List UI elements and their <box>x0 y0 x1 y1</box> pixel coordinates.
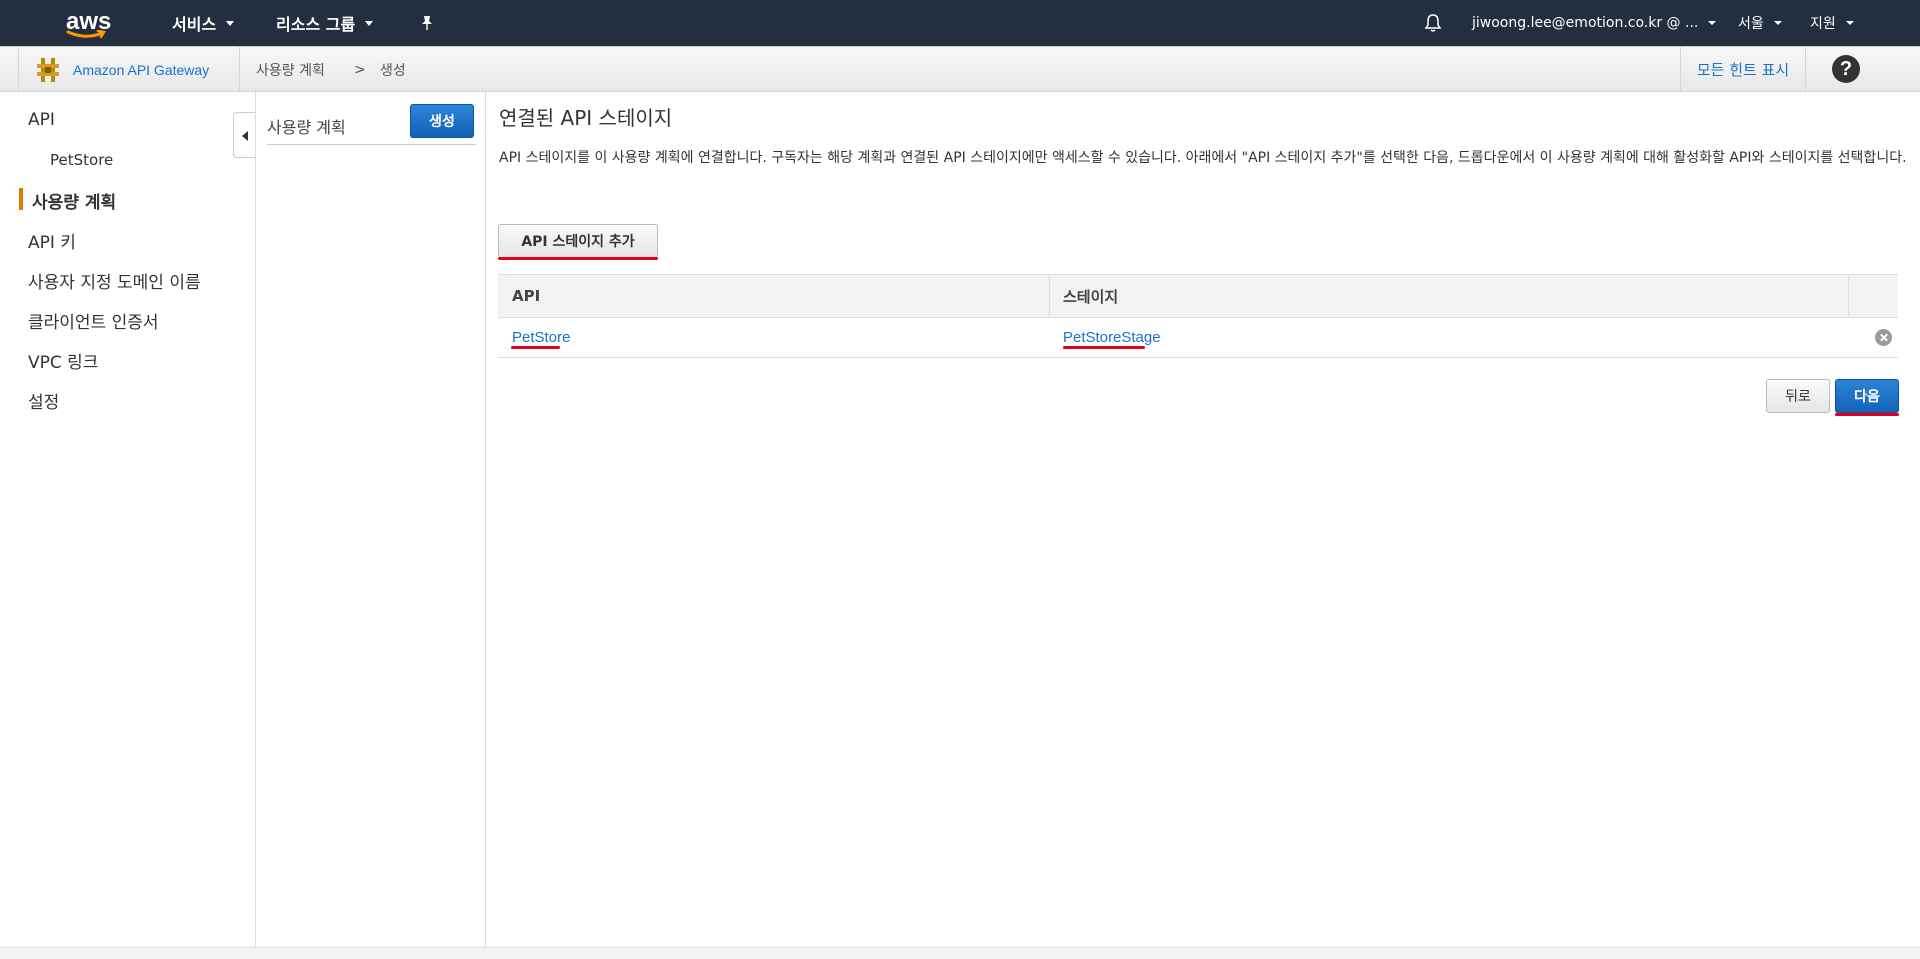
nav-label: VPC 링크 <box>28 353 99 373</box>
support-menu[interactable]: 지원 <box>1810 0 1854 46</box>
support-label: 지원 <box>1810 16 1836 32</box>
service-header-bar: Amazon API Gateway 사용량 계획 > 생성 모든 힌트 표시 … <box>0 46 1920 92</box>
nav-label: 설정 <box>28 393 60 413</box>
aws-logo[interactable]: aws <box>64 6 116 40</box>
help-icon[interactable]: ? <box>1832 55 1860 83</box>
add-api-stage-button[interactable]: API 스테이지 추가 <box>498 224 658 258</box>
show-all-hints-link[interactable]: 모든 힌트 표시 <box>1680 47 1806 92</box>
nav-item-custom-domains[interactable]: 사용자 지정 도메인 이름 <box>28 268 201 293</box>
back-button[interactable]: 뒤로 <box>1766 379 1830 413</box>
stage-link[interactable]: PetStoreStage <box>1063 318 1161 357</box>
resource-groups-label: 리소스 그룹 <box>276 15 356 34</box>
usage-plans-panel: 사용량 계획 생성 <box>256 92 486 947</box>
breadcrumb-usage-plans[interactable]: 사용량 계획 <box>256 47 325 92</box>
nav-item-settings[interactable]: 설정 <box>28 388 59 413</box>
help-glyph: ? <box>1839 58 1853 80</box>
nav-item-usage-plans[interactable]: 사용량 계획 <box>32 188 116 213</box>
collapse-nav-chevron-icon[interactable] <box>233 112 255 158</box>
breadcrumb-separator: > <box>354 47 366 92</box>
nav-item-api[interactable]: API <box>28 110 55 130</box>
column-header-stage: 스테이지 <box>1049 275 1118 317</box>
chevron-down-icon <box>1845 21 1854 25</box>
active-indicator <box>19 188 23 210</box>
nav-item-api-keys[interactable]: API 키 <box>28 228 76 253</box>
nav-label: 사용량 계획 <box>32 193 117 213</box>
nav-item-vpc-links[interactable]: VPC 링크 <box>28 348 98 373</box>
page-footer-strip <box>0 947 1920 959</box>
page-description: API 스테이지를 이 사용량 계획에 연결합니다. 구독자는 해당 계획과 연… <box>499 150 1907 166</box>
region-menu[interactable]: 서울 <box>1738 0 1782 46</box>
create-usage-plan-button[interactable]: 생성 <box>410 104 474 138</box>
nav-item-client-certificates[interactable]: 클라이언트 인증서 <box>28 308 159 333</box>
next-button[interactable]: 다음 <box>1835 379 1899 413</box>
account-menu[interactable]: jiwoong.lee@emotion.co.kr @ ... <box>1472 0 1717 46</box>
usage-plans-panel-title: 사용량 계획 <box>267 118 346 137</box>
annotation-underline <box>511 346 560 349</box>
header-label: 스테이지 <box>1063 287 1119 306</box>
create-label: 생성 <box>429 114 455 130</box>
breadcrumb-item: 사용량 계획 <box>256 62 325 79</box>
account-label: jiwoong.lee@emotion.co.kr @ ... <box>1472 15 1699 31</box>
breadcrumb-current: 생성 <box>380 47 406 92</box>
aws-smile-icon <box>66 30 107 39</box>
top-nav-bar: aws 서비스 리소스 그룹 jiwoong.lee@emotion.co.kr… <box>0 0 1920 46</box>
service-home-link[interactable]: Amazon API Gateway <box>18 47 240 92</box>
nav-label: API 키 <box>28 233 76 253</box>
back-label: 뒤로 <box>1785 389 1811 405</box>
nav-label: 사용자 지정 도메인 이름 <box>28 273 201 293</box>
api-name: PetStore <box>512 329 571 346</box>
annotation-underline <box>1063 346 1145 349</box>
table-row: PetStore PetStoreStage <box>498 318 1898 358</box>
add-stage-label: API 스테이지 추가 <box>521 234 635 250</box>
annotation-underline <box>498 257 658 260</box>
chevron-down-icon <box>226 20 235 26</box>
panel-divider <box>267 144 476 145</box>
show-hints-label: 모든 힌트 표시 <box>1696 61 1790 79</box>
chevron-down-icon <box>365 20 374 26</box>
column-separator <box>1848 275 1849 317</box>
left-nav: API PetStore 사용량 계획 API 키 사용자 지정 도메인 이름 … <box>0 92 255 942</box>
next-label: 다음 <box>1854 389 1880 405</box>
nav-label: API <box>28 110 55 130</box>
service-name: Amazon API Gateway <box>73 61 210 78</box>
chevron-down-icon <box>1708 21 1717 25</box>
nav-label: PetStore <box>50 151 114 169</box>
nav-label: 클라이언트 인증서 <box>28 313 159 333</box>
table-header: API 스테이지 <box>498 274 1898 318</box>
region-label: 서울 <box>1738 16 1764 32</box>
services-label: 서비스 <box>172 15 217 34</box>
breadcrumb-item: 생성 <box>380 62 406 79</box>
bell-icon[interactable] <box>1424 0 1442 46</box>
breadcrumb-separator-text: > <box>354 61 366 78</box>
header-label: API <box>512 287 541 305</box>
nav-item-petstore[interactable]: PetStore <box>50 151 113 169</box>
page-title: 연결된 API 스테이지 <box>499 106 673 130</box>
chevron-down-icon <box>1773 21 1782 25</box>
column-header-api: API <box>498 275 540 317</box>
pin-icon[interactable] <box>420 0 434 46</box>
stage-name: PetStoreStage <box>1063 329 1161 346</box>
services-menu[interactable]: 서비스 <box>172 0 235 46</box>
api-gateway-icon <box>37 57 59 82</box>
api-link[interactable]: PetStore <box>512 318 570 357</box>
remove-circle-icon[interactable] <box>1875 329 1892 346</box>
annotation-underline <box>1835 413 1899 416</box>
resource-groups-menu[interactable]: 리소스 그룹 <box>276 0 374 46</box>
